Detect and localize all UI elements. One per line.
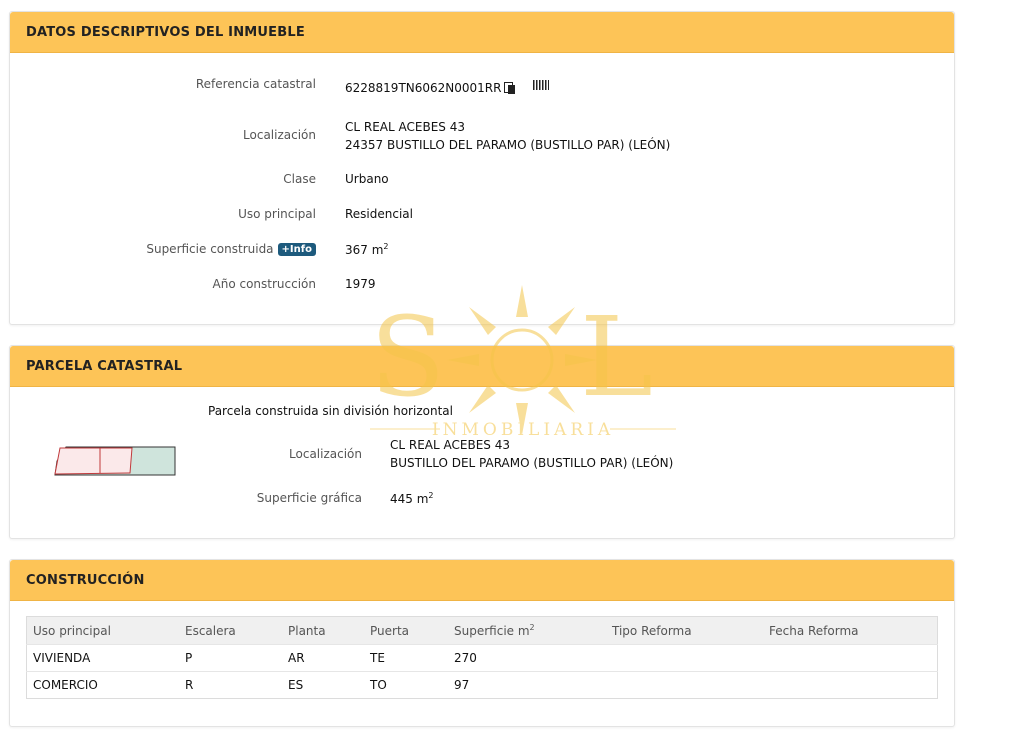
datos-descriptivos-header: DATOS DESCRIPTIVOS DEL INMUEBLE [10,12,954,53]
cell-escalera: R [179,671,282,699]
cell-uso: VIVIENDA [26,644,179,672]
cell-fecha-reforma [763,644,938,672]
copy-icon[interactable] [504,82,516,94]
cell-puerta: TO [364,671,448,699]
table-row: VIVIENDA P AR TE 270 [26,644,938,672]
datos-descriptivos-panel: DATOS DESCRIPTIVOS DEL INMUEBLE Referenc… [9,11,955,325]
cell-fecha-reforma [763,671,938,699]
parcela-localizacion-line1: CL REAL ACEBES 43 [390,438,510,452]
uso-principal-label: Uso principal [238,207,316,221]
col-superficie-exponent: 2 [529,623,535,632]
ref-catastral-text[interactable]: 6228819TN6062N0001RR [345,81,501,95]
col-puerta: Puerta [364,616,448,645]
superficie-grafica-number: 445 m [390,492,429,506]
info-button[interactable]: +Info [277,243,316,256]
superficie-unit-exponent: 2 [383,242,389,251]
cell-tipo-reforma [606,671,763,699]
parcel-map-thumbnail[interactable] [54,445,178,477]
superficie-construida-value: 367 m2 [345,242,389,257]
superficie-grafica-label: Superficie gráfica [256,491,362,505]
table-header-row: Uso principal Escalera Planta Puerta Sup… [26,616,938,645]
col-escalera: Escalera [179,616,282,645]
parcela-subtitle: Parcela construida sin división horizont… [208,404,453,418]
barcode-icon[interactable] [533,80,549,90]
cell-tipo-reforma [606,644,763,672]
cell-superficie: 97 [448,671,606,699]
parcela-localizacion-value: CL REAL ACEBES 43 BUSTILLO DEL PARAMO (B… [390,436,673,472]
parcela-catastral-panel: PARCELA CATASTRAL Parcela construida sin… [9,345,955,539]
construccion-panel: CONSTRUCCIÓN Uso principal Escalera Plan… [9,559,955,727]
cell-escalera: P [179,644,282,672]
col-planta: Planta [282,616,364,645]
anio-construccion-value: 1979 [345,277,376,291]
superficie-construida-label: Superficie construida +Info [146,242,316,256]
localizacion-line1: CL REAL ACEBES 43 [345,120,465,134]
superficie-grafica-value: 445 m2 [390,491,434,506]
col-superficie: Superficie m2 [448,616,606,645]
parcela-localizacion-line2: BUSTILLO DEL PARAMO (BUSTILLO PAR) (LEÓN… [390,456,674,470]
clase-value: Urbano [345,172,389,186]
cell-planta: AR [282,644,364,672]
construccion-table: Uso principal Escalera Planta Puerta Sup… [26,616,938,699]
localizacion-value: CL REAL ACEBES 43 24357 BUSTILLO DEL PAR… [345,118,670,154]
col-fecha-reforma: Fecha Reforma [763,616,938,645]
superficie-grafica-exponent: 2 [428,491,434,500]
col-tipo-reforma: Tipo Reforma [606,616,763,645]
table-row: COMERCIO R ES TO 97 [26,671,938,699]
anio-construccion-label: Año construcción [212,277,317,291]
localizacion-label: Localización [243,128,316,142]
col-uso-principal: Uso principal [26,616,179,645]
ref-catastral-value: 6228819TN6062N0001RR [345,81,516,95]
cell-uso: COMERCIO [26,671,179,699]
uso-principal-value: Residencial [345,207,413,221]
construccion-header: CONSTRUCCIÓN [10,560,954,601]
parcela-localizacion-label: Localización [289,447,362,461]
clase-label: Clase [283,172,316,186]
col-superficie-text: Superficie m [454,624,530,638]
cell-puerta: TE [364,644,448,672]
cell-superficie: 270 [448,644,606,672]
superficie-construida-number: 367 m [345,243,384,257]
cell-planta: ES [282,671,364,699]
superficie-construida-text: Superficie construida [146,242,274,256]
ref-catastral-label: Referencia catastral [195,77,316,91]
localizacion-line2: 24357 BUSTILLO DEL PARAMO (BUSTILLO PAR)… [345,138,671,152]
parcela-catastral-header: PARCELA CATASTRAL [10,346,954,387]
